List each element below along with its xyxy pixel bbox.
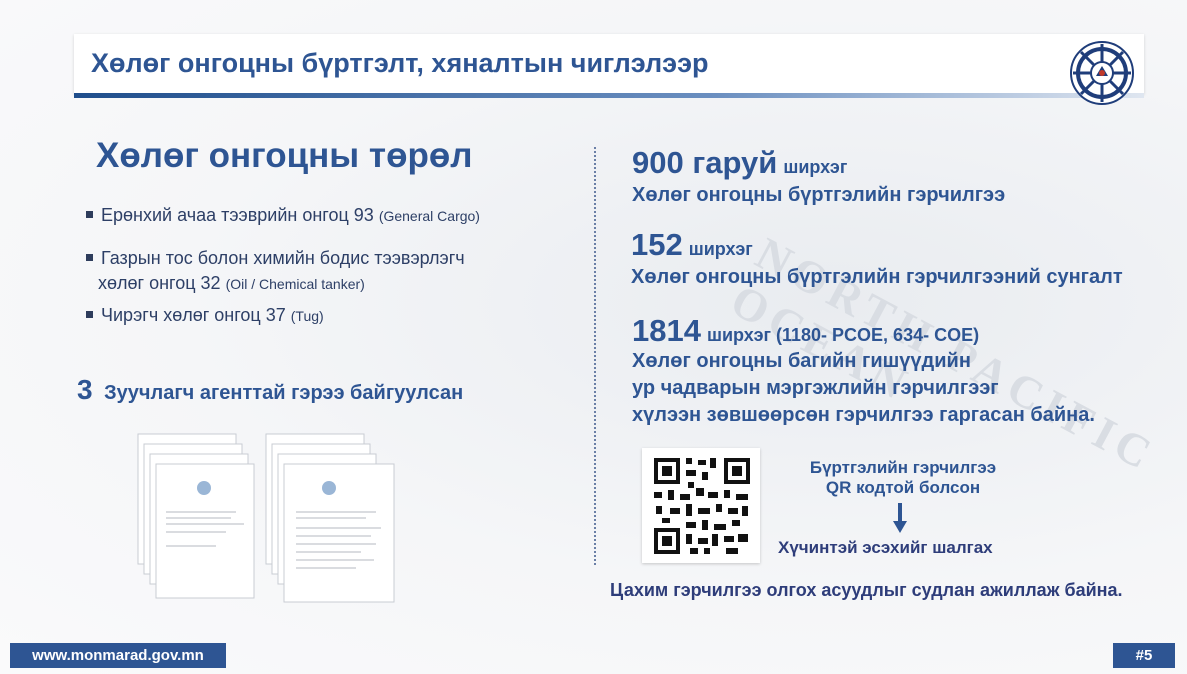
list-item: Газрын тос болон химийн бодис тээвэрлэгч… bbox=[86, 246, 586, 297]
stat-crew-certificates: 1814 ширхэг (1180- PCOE, 634- COE) bbox=[632, 313, 980, 348]
agent-contract-summary: 3 Зуучлагч агенттай гэрээ байгуулсан bbox=[77, 374, 463, 406]
bullet-icon bbox=[86, 253, 93, 261]
stat-crew-certificates-description: Хөлөг онгоцны багийн гишүүдийн ур чадвар… bbox=[632, 350, 1095, 426]
e-certificate-note: Цахим гэрчилгээ олгох асуудлыг судлан аж… bbox=[610, 580, 1123, 600]
arrow-down-icon bbox=[893, 503, 907, 533]
qr-code-image bbox=[642, 448, 760, 563]
stat-certificates: 900 гаруй ширхэг bbox=[632, 145, 848, 180]
website-link[interactable]: www.monmarad.gov.mn bbox=[10, 643, 226, 668]
contract-documents-image bbox=[137, 433, 395, 603]
bullet-icon bbox=[86, 210, 93, 218]
qr-label: Бүртгэлийн гэрчилгээ QR кодтой болсон bbox=[809, 458, 997, 497]
slide-title: Хөлөг онгоцны бүртгэлт, хяналтын чиглэлэ… bbox=[91, 48, 709, 78]
column-divider bbox=[594, 147, 596, 565]
title-bar: Хөлөг онгоцны бүртгэлт, хяналтын чиглэлэ… bbox=[74, 34, 1144, 98]
agent-count: 3 bbox=[77, 374, 93, 405]
list-item: Ерөнхий ачаа тээврийн онгоц 93 (General … bbox=[86, 203, 480, 229]
stat-renewals: 152 ширхэг bbox=[631, 227, 753, 262]
validity-check-text: Хүчинтэй эсэхийг шалгах bbox=[778, 538, 993, 557]
agent-text: Зуучлагч агенттай гэрээ байгуулсан bbox=[104, 382, 464, 404]
qr-code-icon bbox=[653, 457, 750, 555]
stat-renewals-description: Хөлөг онгоцны бүртгэлийн гэрчилгээний су… bbox=[631, 266, 1123, 288]
bullet-icon bbox=[86, 310, 93, 318]
vessel-types-heading: Хөлөг онгоцны төрөл bbox=[96, 136, 473, 175]
stat-certificates-description: Хөлөг онгоцны бүртгэлийн гэрчилгээ bbox=[632, 184, 1006, 206]
title-underline bbox=[74, 93, 1144, 98]
ship-wheel-emblem-icon bbox=[1070, 41, 1134, 105]
list-item: Чирэгч хөлөг онгоц 37 (Tug) bbox=[86, 303, 324, 329]
page-number: #5 bbox=[1113, 643, 1175, 668]
